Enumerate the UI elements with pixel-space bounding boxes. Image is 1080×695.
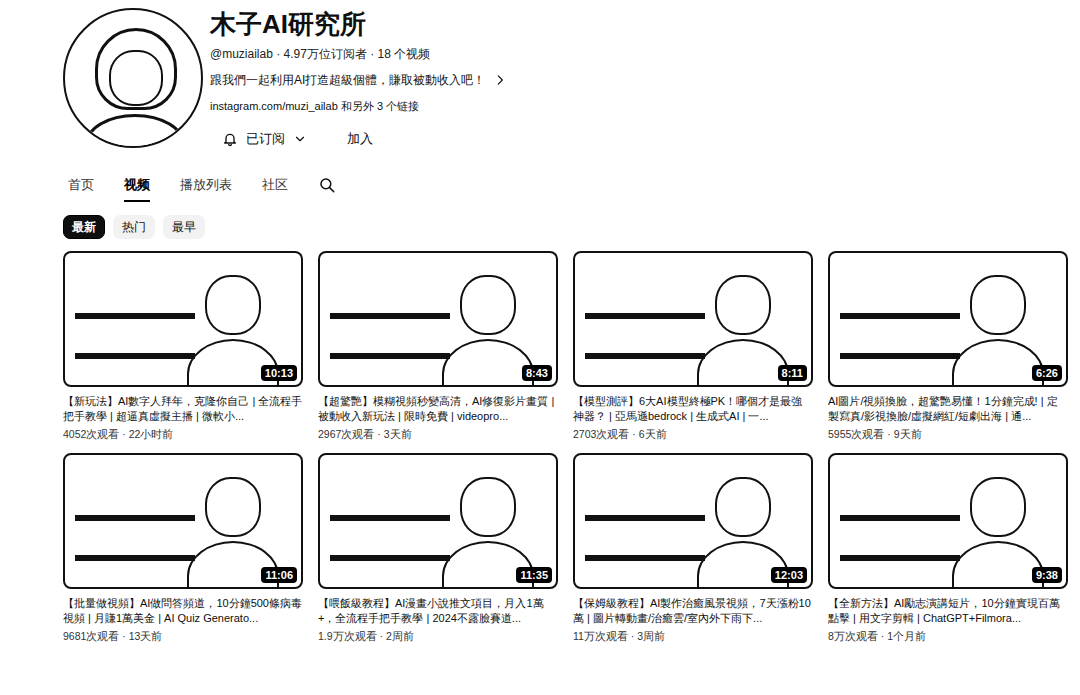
- video-duration: 12:03: [771, 567, 807, 583]
- thumbnail-body-shape: [952, 339, 1044, 387]
- channel-stats: @muziailab · 4.97万位订阅者 · 18 个视频: [210, 46, 507, 62]
- video-thumbnail[interactable]: 8:43: [318, 251, 558, 387]
- chevron-right-icon: [493, 73, 507, 87]
- thumbnail-head-shape: [460, 275, 516, 335]
- thumbnail-band-shape: [75, 515, 195, 561]
- channel-links[interactable]: instagram.com/muzi_ailab 和另外 3 个链接: [210, 98, 507, 114]
- channel-tab[interactable]: 首页: [68, 172, 94, 202]
- thumbnail-head-shape: [970, 275, 1026, 335]
- thumbnail-band-shape: [840, 515, 960, 561]
- video-title[interactable]: AI圖片/視頻換臉，超驚艷易懂！1分鐘完成! | 定製寫真/影視換臉/虛擬網紅/…: [828, 394, 1068, 424]
- video-meta: 2703次观看 · 6天前: [573, 427, 813, 441]
- channel-name: 木子AI研究所: [210, 8, 507, 40]
- channel-tab[interactable]: 播放列表: [180, 172, 232, 202]
- channel-avatar[interactable]: [63, 8, 203, 148]
- thumbnail-body-shape: [442, 339, 534, 387]
- thumbnail-band-shape: [585, 313, 705, 359]
- sort-chip[interactable]: 最新: [63, 215, 105, 239]
- thumbnail-band-shape: [585, 515, 705, 561]
- channel-description[interactable]: 跟我們一起利用AI打造超級個體，賺取被動收入吧！: [210, 72, 507, 88]
- video-title[interactable]: 【超驚艷】模糊視頻秒變高清，AI修復影片畫質 | 被動收入新玩法 | 限時免費 …: [318, 394, 558, 424]
- thumbnail-head-shape: [205, 477, 261, 537]
- video-thumbnail[interactable]: 10:13: [63, 251, 303, 387]
- thumbnail-head-shape: [205, 275, 261, 335]
- channel-tabs: 首页视频播放列表社区: [63, 172, 1068, 202]
- video-card[interactable]: 12:03 【保姆級教程】AI製作治癒風景視頻，7天漲粉10萬 | 圖片轉動畫/治…: [573, 453, 813, 643]
- channel-tab[interactable]: 社区: [262, 172, 288, 202]
- video-duration: 9:38: [1032, 567, 1062, 583]
- video-meta: 2967次观看 · 3天前: [318, 427, 558, 441]
- thumbnail-head-shape: [970, 477, 1026, 537]
- thumbnail-head-shape: [715, 477, 771, 537]
- video-card[interactable]: 11:06 【批量做視頻】AI做問答頻道，10分鐘500條病毒視頻 | 月賺1萬美…: [63, 453, 303, 643]
- thumbnail-band-shape: [330, 515, 450, 561]
- video-card[interactable]: 6:26 AI圖片/視頻換臉，超驚艷易懂！1分鐘完成! | 定製寫真/影視換臉/虛…: [828, 251, 1068, 441]
- video-card[interactable]: 9:38 【全新方法】AI勵志演講短片，10分鐘實現百萬點擊 | 用文字剪輯 | …: [828, 453, 1068, 643]
- video-meta: 11万次观看 · 3周前: [573, 629, 813, 643]
- bell-icon: [222, 131, 238, 147]
- subscribe-label: 已订阅: [246, 130, 285, 148]
- video-meta: 9681次观看 · 13天前: [63, 629, 303, 643]
- video-thumbnail[interactable]: 11:35: [318, 453, 558, 589]
- video-title[interactable]: 【保姆級教程】AI製作治癒風景視頻，7天漲粉10萬 | 圖片轉動畫/治癒雲/室內…: [573, 596, 813, 626]
- video-duration: 11:35: [516, 567, 552, 583]
- video-card[interactable]: 10:13 【新玩法】AI數字人拜年，克隆你自己 | 全流程手把手教學 | 超逼真…: [63, 251, 303, 441]
- video-title[interactable]: 【喂飯級教程】AI漫畫小說推文項目，月入1萬+，全流程手把手教學 | 2024不…: [318, 596, 558, 626]
- thumbnail-band-shape: [75, 313, 195, 359]
- thumbnail-band-shape: [840, 313, 960, 359]
- video-card[interactable]: 8:43 【超驚艷】模糊視頻秒變高清，AI修復影片畫質 | 被動收入新玩法 | 限…: [318, 251, 558, 441]
- channel-actions: 已订阅 加入: [210, 126, 507, 152]
- thumbnail-head-shape: [460, 477, 516, 537]
- video-card[interactable]: 8:11 【模型測評】6大AI模型終極PK！哪個才是最強神器？ | 亞馬遜bedr…: [573, 251, 813, 441]
- channel-header: 木子AI研究所 @muziailab · 4.97万位订阅者 · 18 个视频跟我…: [63, 8, 1068, 152]
- search-button[interactable]: [318, 172, 336, 202]
- video-card[interactable]: 11:35 【喂飯級教程】AI漫畫小說推文項目，月入1萬+，全流程手把手教學 | …: [318, 453, 558, 643]
- video-meta: 4052次观看 · 22小时前: [63, 427, 303, 441]
- video-meta: 8万次观看 · 1个月前: [828, 629, 1068, 643]
- video-title[interactable]: 【全新方法】AI勵志演講短片，10分鐘實現百萬點擊 | 用文字剪輯 | Chat…: [828, 596, 1068, 626]
- sort-chip[interactable]: 最早: [163, 215, 205, 239]
- video-grid: 10:13 【新玩法】AI數字人拜年，克隆你自己 | 全流程手把手教學 | 超逼真…: [63, 251, 1068, 643]
- video-thumbnail[interactable]: 6:26: [828, 251, 1068, 387]
- thumbnail-head-shape: [715, 275, 771, 335]
- video-duration: 8:11: [778, 365, 807, 381]
- video-thumbnail[interactable]: 8:11: [573, 251, 813, 387]
- sort-chips: 最新热门最早: [63, 215, 1068, 239]
- video-title[interactable]: 【模型測評】6大AI模型終極PK！哪個才是最強神器？ | 亞馬遜bedrock …: [573, 394, 813, 424]
- chevron-down-icon: [293, 132, 307, 146]
- thumbnail-body-shape: [952, 541, 1044, 589]
- video-title[interactable]: 【批量做視頻】AI做問答頻道，10分鐘500條病毒視頻 | 月賺1萬美金 | A…: [63, 596, 303, 626]
- search-icon: [318, 176, 336, 194]
- video-duration: 11:06: [261, 567, 297, 583]
- avatar-face-shape: [109, 50, 163, 106]
- sort-chip[interactable]: 热门: [113, 215, 155, 239]
- channel-info: 木子AI研究所 @muziailab · 4.97万位订阅者 · 18 个视频跟我…: [210, 8, 507, 152]
- thumbnail-body-shape: [697, 339, 789, 387]
- channel-tab[interactable]: 视频: [124, 172, 150, 202]
- video-meta: 1.9万次观看 · 2周前: [318, 629, 558, 643]
- join-button[interactable]: 加入: [335, 126, 385, 152]
- video-duration: 8:43: [522, 365, 552, 381]
- video-thumbnail[interactable]: 11:06: [63, 453, 303, 589]
- thumbnail-band-shape: [330, 313, 450, 359]
- video-duration: 6:26: [1032, 365, 1062, 381]
- video-duration: 10:13: [261, 365, 297, 381]
- video-thumbnail[interactable]: 9:38: [828, 453, 1068, 589]
- video-title[interactable]: 【新玩法】AI數字人拜年，克隆你自己 | 全流程手把手教學 | 超逼真虛擬主播 …: [63, 394, 303, 424]
- video-meta: 5955次观看 · 9天前: [828, 427, 1068, 441]
- video-thumbnail[interactable]: 12:03: [573, 453, 813, 589]
- subscribe-button[interactable]: 已订阅: [210, 126, 319, 152]
- avatar-body-shape: [85, 114, 185, 148]
- description-text: 跟我們一起利用AI打造超級個體，賺取被動收入吧！: [210, 72, 485, 88]
